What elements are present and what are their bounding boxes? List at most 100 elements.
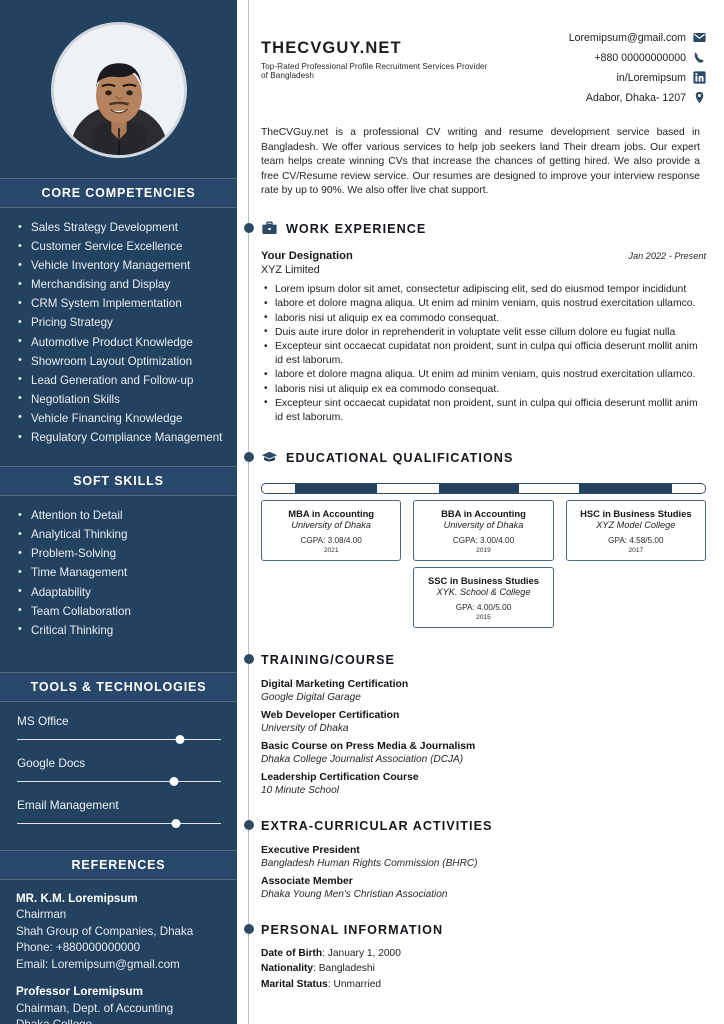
year: 2015 xyxy=(476,613,491,621)
timeline-segment xyxy=(295,483,378,493)
activity-title: Executive President xyxy=(261,844,360,856)
training-provider: 10 Minute School xyxy=(261,784,339,796)
sidebar-section-title-tools: TOOLS & TECHNOLOGIES xyxy=(0,671,237,702)
tool-label: Google Docs xyxy=(17,755,86,770)
section-header: PERSONAL INFORMATION xyxy=(261,918,706,942)
education-card: BBA in Accounting University of Dhaka CG… xyxy=(413,499,554,561)
list-item: Merchandising and Display xyxy=(16,276,223,294)
personal-info-row: Nationality: Bangladeshi xyxy=(261,963,375,975)
list-item: Duis aute irure dolor in reprehenderit i… xyxy=(261,325,706,340)
list-item: Team Collaboration xyxy=(16,602,223,621)
briefcase-icon xyxy=(261,220,278,237)
activity-org: Bangladesh Human Rights Commission (BHRC… xyxy=(261,857,478,869)
personal-info-label: Date of Birth xyxy=(261,947,323,959)
contact-item-location[interactable]: Adabor, Dhaka- 1207 xyxy=(496,90,706,105)
timeline-segment xyxy=(439,483,519,493)
location-pin-icon xyxy=(693,91,706,104)
references-body: MR. K.M. Loremipsum Chairman Shah Group … xyxy=(0,880,237,1024)
timeline-dot xyxy=(243,653,254,664)
section-header: WORK EXPERIENCE xyxy=(261,217,706,241)
list-item: Customer Service Excellence xyxy=(16,238,223,256)
degree: SSC in Business Studies xyxy=(428,574,539,586)
section-training: TRAINING/COURSE Digital Marketing Certif… xyxy=(243,648,706,796)
tool-slider[interactable] xyxy=(17,818,221,828)
slider-knob[interactable] xyxy=(175,734,185,744)
tool-label: Email Management xyxy=(17,797,119,812)
list-item: Lorem ipsum dolor sit amet, consectetur … xyxy=(261,282,706,297)
list-item: Excepteur sint occaecat cupidatat non pr… xyxy=(261,340,706,368)
section-extra-curricular: EXTRA-CURRICULAR ACTIVITIES Executive Pr… xyxy=(243,814,706,900)
gpa: GPA: 4.58/5.00 xyxy=(608,535,664,545)
reference-item: Professor Loremipsum Chairman, Dept. of … xyxy=(16,984,223,1024)
contact-item-phone[interactable]: +880 00000000000 xyxy=(496,50,706,65)
timeline-vertical-line xyxy=(248,0,249,1024)
timeline-dot xyxy=(243,819,254,830)
reference-org: Shah Group of Companies, Dhaka xyxy=(16,924,194,938)
section-title: PERSONAL INFORMATION xyxy=(261,922,444,937)
training-title: Digital Marketing Certification xyxy=(261,678,409,690)
sidebar-section-title-references: REFERENCES xyxy=(0,849,237,880)
job-date: Jan 2022 - Present xyxy=(628,250,706,261)
timeline-segment xyxy=(262,483,296,493)
education-card: SSC in Business Studies XYK. School & Co… xyxy=(413,566,554,628)
training-item: Basic Course on Press Media & Journalism… xyxy=(261,741,706,765)
training-item: Digital Marketing Certification Google D… xyxy=(261,679,706,703)
slider-track xyxy=(17,822,221,825)
resume-page: CORE COMPETENCIES Sales Strategy Develop… xyxy=(0,0,724,1024)
timeline-segment xyxy=(578,483,672,493)
avatar-illustration xyxy=(53,25,184,155)
contact-linkedin-text: in/Loremipsum xyxy=(616,71,686,84)
slider-knob[interactable] xyxy=(169,776,179,786)
tool-slider[interactable] xyxy=(17,776,221,786)
list-item: laboris nisi ut aliquip ex ea commodo co… xyxy=(261,382,706,397)
list-item: laboris nisi ut aliquip ex ea commodo co… xyxy=(261,311,706,326)
soft-skills-list: Attention to Detail Analytical Thinking … xyxy=(16,507,223,639)
contact-item-email[interactable]: Loremipsum@gmail.com xyxy=(496,30,706,45)
sidebar: CORE COMPETENCIES Sales Strategy Develop… xyxy=(0,0,237,1024)
personal-info-label: Marital Status xyxy=(261,978,328,990)
list-item: Vehicle Inventory Management xyxy=(16,257,223,275)
reference-item: MR. K.M. Loremipsum Chairman Shah Group … xyxy=(16,891,223,974)
timeline-dot xyxy=(243,222,254,233)
list-item: Regulatory Compliance Management xyxy=(16,429,223,447)
linkedin-icon xyxy=(693,71,706,84)
slider-knob[interactable] xyxy=(171,818,181,828)
personal-info-row: Date of Birth: January 1, 2000 xyxy=(261,947,401,959)
year: 2021 xyxy=(323,546,339,554)
email-icon xyxy=(693,31,706,44)
activity-item: Associate Member Dhaka Young Men's Chris… xyxy=(261,876,706,900)
gpa: CGPA: 3.00/4.00 xyxy=(452,535,515,545)
tool-slider[interactable] xyxy=(17,734,221,744)
section-title: EDUCATIONAL QUALIFICATIONS xyxy=(286,450,514,465)
core-competencies-list: Sales Strategy Development Customer Serv… xyxy=(16,219,223,447)
profile-summary: TheCVGuy.net is a professional CV writin… xyxy=(261,127,700,197)
timeline-dot xyxy=(243,451,254,462)
section-header: EDUCATIONAL QUALIFICATIONS xyxy=(261,446,706,470)
timeline-segment xyxy=(671,483,705,493)
tools-body: MS Office Google Docs Email Management xyxy=(0,714,237,846)
reference-role: Chairman xyxy=(16,908,67,922)
contact-email-text: Loremipsum@gmail.com xyxy=(568,31,686,44)
training-item: Web Developer Certification University o… xyxy=(261,710,706,734)
training-provider: Dhaka College Journalist Association (DC… xyxy=(261,753,464,765)
education-card: HSC in Business Studies XYZ Model Colleg… xyxy=(565,499,706,561)
personal-info-value: Unmarried xyxy=(333,978,382,990)
list-item: Critical Thinking xyxy=(16,621,223,640)
page-title: THECVGUY.NET xyxy=(261,39,402,57)
contact-list: Loremipsum@gmail.com +880 00000000000 in… xyxy=(496,30,706,110)
contact-item-linkedin[interactable]: in/Loremipsum xyxy=(496,70,706,85)
training-title: Web Developer Certification xyxy=(261,709,400,721)
list-item: Negotiation Skills xyxy=(16,390,223,409)
training-provider: University of Dhaka xyxy=(261,722,349,734)
header-identity: THECVGUY.NET Top-Rated Professional Prof… xyxy=(261,30,496,110)
degree: BBA in Accounting xyxy=(441,507,526,519)
personal-info-row: Marital Status: Unmarried xyxy=(261,978,382,990)
slider-track xyxy=(17,738,221,741)
education-card: MBA in Accounting University of Dhaka CG… xyxy=(261,499,402,561)
job-title: Your Designation xyxy=(261,249,353,262)
institution: XYK. School & College xyxy=(436,586,531,597)
reference-org: Dhaka College xyxy=(16,1017,223,1024)
training-title: Leadership Certification Course xyxy=(261,771,419,783)
phone-icon xyxy=(693,51,706,64)
